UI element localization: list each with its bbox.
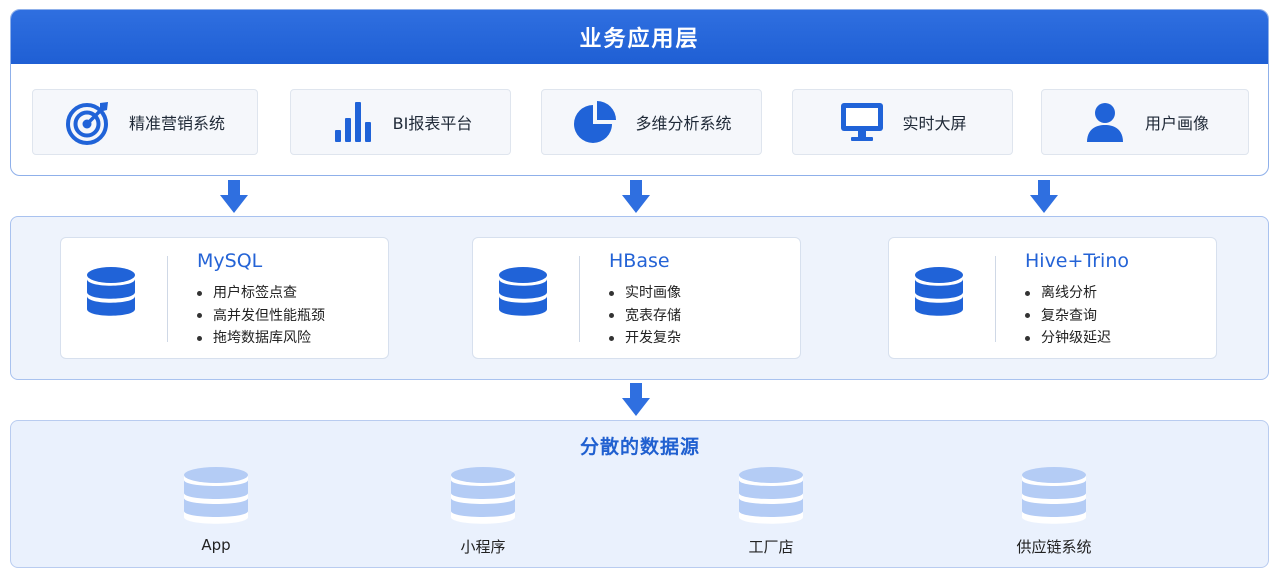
- database-icon: [451, 467, 515, 524]
- database-icon: [87, 267, 135, 316]
- source-factory-store[interactable]: 工厂店: [701, 466, 841, 557]
- list-item: 用户标签点查: [197, 282, 325, 305]
- bullet-icon: [197, 290, 202, 296]
- source-label: 供应链系统: [1016, 538, 1092, 556]
- database-icon: [1022, 467, 1086, 524]
- monitor-icon: [838, 98, 886, 146]
- store-feature-list: 实时画像 宽表存储 开发复杂: [609, 282, 681, 350]
- database-icon: [499, 267, 547, 316]
- app-label: 精准营销系统: [128, 114, 225, 133]
- arrow-down-icon: [622, 383, 650, 416]
- database-icon: [184, 467, 248, 524]
- source-mini-program[interactable]: 小程序: [413, 466, 553, 557]
- store-name: MySQL: [197, 250, 263, 272]
- database-icon: [915, 267, 963, 316]
- source-label: 工厂店: [748, 538, 794, 556]
- app-card-bi-report[interactable]: BI报表平台: [290, 89, 511, 155]
- app-label: 用户画像: [1144, 114, 1209, 133]
- bar-chart-icon: [329, 98, 377, 146]
- store-card-hive-trino[interactable]: Hive+Trino 离线分析 复杂查询 分钟级延迟: [888, 237, 1217, 359]
- list-item: 分钟级延迟: [1025, 327, 1111, 350]
- bullet-icon: [1025, 335, 1030, 341]
- app-label: 多维分析系统: [635, 114, 732, 133]
- list-item: 高并发但性能瓶颈: [197, 305, 325, 328]
- list-item: 实时画像: [609, 282, 681, 305]
- target-icon: [65, 98, 113, 146]
- card-divider: [579, 256, 580, 342]
- app-label: 实时大屏: [902, 114, 967, 133]
- source-app[interactable]: App: [146, 466, 286, 554]
- list-item: 拖垮数据库风险: [197, 327, 325, 350]
- bullet-icon: [609, 313, 614, 319]
- app-card-multidim-analysis[interactable]: 多维分析系统: [541, 89, 762, 155]
- app-card-user-profile[interactable]: 用户画像: [1041, 89, 1249, 155]
- list-item: 宽表存储: [609, 305, 681, 328]
- database-icon: [739, 467, 803, 524]
- pie-chart-icon: [571, 98, 619, 146]
- list-item: 复杂查询: [1025, 305, 1111, 328]
- store-card-mysql[interactable]: MySQL 用户标签点查 高并发但性能瓶颈 拖垮数据库风险: [60, 237, 389, 359]
- source-label: 小程序: [460, 538, 506, 556]
- app-label: BI报表平台: [392, 114, 473, 133]
- bullet-icon: [197, 335, 202, 341]
- store-name: Hive+Trino: [1025, 250, 1129, 272]
- list-item: 开发复杂: [609, 327, 681, 350]
- data-source-title: 分散的数据源: [579, 436, 700, 458]
- source-supply-chain[interactable]: 供应链系统: [984, 466, 1124, 557]
- list-item: 离线分析: [1025, 282, 1111, 305]
- app-card-realtime-dashboard[interactable]: 实时大屏: [792, 89, 1013, 155]
- arrow-down-icon: [220, 180, 248, 213]
- arrow-down-icon: [622, 180, 650, 213]
- bullet-icon: [1025, 313, 1030, 319]
- store-name: HBase: [609, 250, 670, 272]
- bullet-icon: [1025, 290, 1030, 296]
- card-divider: [167, 256, 168, 342]
- card-divider: [995, 256, 996, 342]
- app-card-precision-marketing[interactable]: 精准营销系统: [32, 89, 258, 155]
- bullet-icon: [609, 290, 614, 296]
- source-label: App: [201, 536, 231, 554]
- store-feature-list: 用户标签点查 高并发但性能瓶颈 拖垮数据库风险: [197, 282, 325, 350]
- store-feature-list: 离线分析 复杂查询 分钟级延迟: [1025, 282, 1111, 350]
- arrow-down-icon: [1030, 180, 1058, 213]
- store-card-hbase[interactable]: HBase 实时画像 宽表存储 开发复杂: [472, 237, 801, 359]
- user-icon: [1081, 98, 1129, 146]
- bullet-icon: [609, 335, 614, 341]
- business-layer-title: 业务应用层: [11, 10, 1268, 64]
- bullet-icon: [197, 313, 202, 319]
